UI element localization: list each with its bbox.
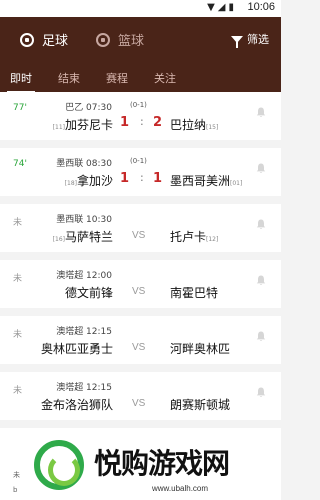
half-score: (0-1)	[130, 101, 147, 109]
league-time: 墨西联 10:30	[56, 215, 112, 225]
away-team-name: 墨西哥美洲	[170, 174, 231, 188]
watermark: 悦购游戏网 www.ubalh.com	[34, 440, 274, 500]
away-team-name: 南霍巴特	[170, 286, 219, 300]
away-score: 1	[153, 171, 163, 186]
away-team-name: 河畔奥林匹	[170, 342, 231, 356]
score-separator: :	[140, 171, 144, 184]
away-team-name: 朗赛斯顿城	[170, 398, 231, 412]
tab-basketball-label: 篮球	[118, 34, 145, 49]
away-score: 2	[153, 115, 163, 130]
home-team-name: 奥林匹亚勇士	[40, 342, 113, 356]
home-team: [16]马萨特兰	[53, 228, 113, 245]
match-row[interactable]: 77' 巴乙 07:30 (0-1) [11]加芬尼卡 1 : 2 巴拉纳[15…	[0, 92, 281, 140]
bell-icon[interactable]	[256, 163, 266, 174]
league-time: 墨西联 08:30	[56, 159, 112, 169]
bell-icon[interactable]	[256, 107, 266, 118]
home-score: 1	[120, 115, 130, 130]
bell-icon[interactable]	[256, 219, 266, 230]
versus-label: VS	[132, 286, 146, 297]
bell-icon[interactable]	[256, 387, 266, 398]
league-time: 澳塔超 12:00	[56, 271, 112, 281]
tab-live[interactable]: 即时	[7, 62, 35, 93]
watermark-text: 悦购游戏网	[94, 447, 230, 480]
tab-football-label: 足球	[42, 34, 69, 49]
football-icon	[20, 32, 34, 47]
filter-funnel-icon	[231, 35, 243, 48]
match-row[interactable]: 未 澳塔超 12:15 金布洛治狮队 VS 朗赛斯顿城	[0, 372, 281, 420]
tab-finished[interactable]: 结束	[58, 62, 80, 86]
away-team: 朗赛斯顿城	[170, 396, 230, 413]
league-time: 澳塔超 12:15	[56, 327, 112, 337]
filter-button[interactable]: 筛选	[231, 31, 269, 48]
match-row[interactable]: 未 澳塔超 12:15 奥林匹亚勇士 VS 河畔奥林匹	[0, 316, 281, 364]
home-team-name: 加芬尼卡	[64, 118, 113, 132]
home-score: 1	[120, 171, 130, 186]
home-rank: [18]	[64, 180, 77, 187]
basketball-icon	[96, 32, 111, 47]
league-time: 澳塔超 12:15	[56, 383, 112, 393]
away-team-name: 巴拉纳	[170, 118, 207, 132]
away-team: 南霍巴特	[170, 284, 218, 301]
home-team-name: 德文前锋	[64, 286, 113, 300]
home-team: 金布洛治狮队	[41, 396, 113, 413]
league-time: 巴乙 07:30	[65, 103, 112, 113]
score-separator: :	[140, 115, 144, 128]
match-row[interactable]: 未 墨西联 10:30 [16]马萨特兰 VS 托卢卡[12]	[0, 204, 281, 252]
versus-label: VS	[132, 398, 146, 409]
filter-label: 筛选	[247, 33, 269, 46]
tab-followed[interactable]: 关注	[154, 62, 176, 86]
bell-icon[interactable]	[256, 275, 266, 286]
away-team: 河畔奥林匹	[170, 340, 230, 357]
home-team: [11]加芬尼卡	[53, 116, 113, 133]
versus-label: VS	[132, 230, 146, 241]
away-rank: [12]	[206, 236, 219, 243]
home-team-name: 金布洛治狮队	[40, 398, 113, 412]
partial-minute-label: 未	[13, 471, 20, 479]
status-bar: ▼◢▮ 10:06	[0, 0, 281, 17]
versus-label: VS	[132, 342, 146, 353]
half-score: (0-1)	[130, 157, 147, 165]
home-team: 德文前锋	[65, 284, 113, 301]
home-rank: [11]	[52, 124, 65, 131]
away-rank: [15]	[206, 124, 219, 131]
bell-icon[interactable]	[256, 331, 266, 342]
watermark-logo-icon	[34, 440, 84, 490]
away-team-name: 托卢卡	[170, 230, 207, 244]
app-header: 足球 篮球 筛选	[0, 17, 281, 62]
tab-football[interactable]: 足球	[20, 30, 68, 49]
tab-basketball[interactable]: 篮球	[96, 30, 144, 49]
match-status-tabs: 即时 结束 赛程 关注	[0, 62, 281, 93]
home-team: 奥林匹亚勇士	[41, 340, 113, 357]
home-rank: [16]	[52, 236, 65, 243]
away-team: 墨西哥美洲[01]	[170, 172, 242, 189]
away-rank: [01]	[230, 180, 243, 187]
home-team-name: 拿加沙	[76, 174, 113, 188]
match-row[interactable]: 74' 墨西联 08:30 (0-1) [18]拿加沙 1 : 1 墨西哥美洲[…	[0, 148, 281, 196]
tab-schedule[interactable]: 赛程	[106, 62, 128, 86]
away-team: 巴拉纳[15]	[170, 116, 218, 133]
home-team-name: 马萨特兰	[64, 230, 113, 244]
home-team: [18]拿加沙	[65, 172, 113, 189]
partial-label: b	[13, 486, 18, 494]
signal-wifi-battery-icons: ▼◢▮	[207, 2, 237, 13]
match-row[interactable]: 未 澳塔超 12:00 德文前锋 VS 南霍巴特	[0, 260, 281, 308]
status-time: 10:06	[247, 1, 275, 13]
away-team: 托卢卡[12]	[170, 228, 218, 245]
match-list: 77' 巴乙 07:30 (0-1) [11]加芬尼卡 1 : 2 巴拉纳[15…	[0, 92, 281, 428]
watermark-url: www.ubalh.com	[152, 484, 209, 493]
